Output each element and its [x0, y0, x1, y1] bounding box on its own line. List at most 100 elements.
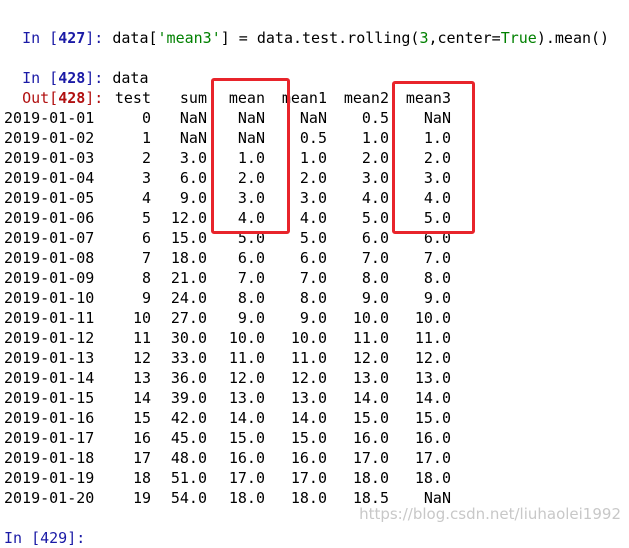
row-index: 2019-01-08: [4, 249, 95, 267]
cell-mean3: 16.0: [414, 429, 451, 447]
cell-sum: 45.0: [170, 429, 207, 447]
cell-test: 6: [141, 229, 151, 247]
table-header-row: test sum mean mean1 mean2 mean3: [0, 88, 451, 108]
cell-mean3: 4.0: [423, 189, 451, 207]
cell-mean: 6.0: [237, 249, 265, 267]
cell-test: 19: [132, 489, 151, 507]
cell-mean2: 4.0: [361, 189, 389, 207]
cell-mean2: 14.0: [352, 389, 389, 407]
cell-mean1: 1.0: [299, 149, 327, 167]
input-cell-428[interactable]: In [428]: data: [4, 48, 148, 87]
cell-mean1: 15.0: [290, 429, 327, 447]
cell-mean1: 13.0: [290, 389, 327, 407]
cell-test: 0: [141, 109, 151, 127]
cell-sum: 33.0: [170, 349, 207, 367]
cell-sum: 12.0: [170, 209, 207, 227]
table-row: 2019-01-05 4 9.0 3.0 3.0 4.0 4.0: [0, 188, 451, 208]
cell-mean3: 12.0: [414, 349, 451, 367]
table-row: 2019-01-02 1 NaN NaN 0.5 1.0 1.0: [0, 128, 451, 148]
table-row: 2019-01-04 3 6.0 2.0 2.0 3.0 3.0: [0, 168, 451, 188]
table-row: 2019-01-13 12 33.0 11.0 11.0 12.0 12.0: [0, 348, 451, 368]
table-row: 2019-01-18 17 48.0 16.0 16.0 17.0 17.0: [0, 448, 451, 468]
cell-mean3: 7.0: [423, 249, 451, 267]
cell-test: 7: [141, 249, 151, 267]
next-input-prompt[interactable]: In [429]:: [4, 528, 85, 548]
watermark: https://blog.csdn.net/liuhaolei1992: [359, 505, 621, 523]
cell-test: 13: [132, 369, 151, 387]
table-row: 2019-01-08 7 18.0 6.0 6.0 7.0 7.0: [0, 248, 451, 268]
cell-mean: NaN: [237, 109, 265, 127]
table-row: 2019-01-19 18 51.0 17.0 17.0 18.0 18.0: [0, 468, 451, 488]
table-row: 2019-01-07 6 15.0 5.0 5.0 6.0 6.0: [0, 228, 451, 248]
cell-sum: NaN: [179, 109, 207, 127]
cell-sum: 30.0: [170, 329, 207, 347]
row-index: 2019-01-03: [4, 149, 95, 167]
row-index: 2019-01-15: [4, 389, 95, 407]
cell-sum: 15.0: [170, 229, 207, 247]
cell-mean: 4.0: [237, 209, 265, 227]
cell-mean: 5.0: [237, 229, 265, 247]
cell-mean: 1.0: [237, 149, 265, 167]
cell-test: 12: [132, 349, 151, 367]
cell-mean1: 11.0: [290, 349, 327, 367]
cell-mean3: 13.0: [414, 369, 451, 387]
cell-sum: 21.0: [170, 269, 207, 287]
cell-mean3: 18.0: [414, 469, 451, 487]
cell-mean2: 0.5: [361, 109, 389, 127]
cell-sum: 51.0: [170, 469, 207, 487]
cell-mean: 7.0: [237, 269, 265, 287]
cell-sum: 6.0: [179, 169, 207, 187]
cell-mean: 18.0: [228, 489, 265, 507]
cell-sum: 42.0: [170, 409, 207, 427]
cell-mean3: NaN: [423, 109, 451, 127]
cell-mean1: 4.0: [299, 209, 327, 227]
cell-mean3: 6.0: [423, 229, 451, 247]
table-row: 2019-01-12 11 30.0 10.0 10.0 11.0 11.0: [0, 328, 451, 348]
column-header-mean3: mean3: [405, 89, 451, 107]
cell-mean2: 7.0: [361, 249, 389, 267]
cell-sum: 24.0: [170, 289, 207, 307]
row-index: 2019-01-04: [4, 169, 95, 187]
cell-mean2: 16.0: [352, 429, 389, 447]
code-line: data['mean3'] = data.test.rolling(3,cent…: [112, 29, 610, 47]
table-row: 2019-01-06 5 12.0 4.0 4.0 5.0 5.0: [0, 208, 451, 228]
row-index: 2019-01-19: [4, 469, 95, 487]
cell-mean1: 5.0: [299, 229, 327, 247]
cell-sum: 36.0: [170, 369, 207, 387]
cell-mean2: 11.0: [352, 329, 389, 347]
row-index: 2019-01-12: [4, 329, 95, 347]
cell-mean1: 12.0: [290, 369, 327, 387]
table-row: 2019-01-10 9 24.0 8.0 8.0 9.0 9.0: [0, 288, 451, 308]
row-index: 2019-01-18: [4, 449, 95, 467]
table-row: 2019-01-14 13 36.0 12.0 12.0 13.0 13.0: [0, 368, 451, 388]
row-index: 2019-01-01: [4, 109, 95, 127]
cell-test: 3: [141, 169, 151, 187]
table-row: 2019-01-09 8 21.0 7.0 7.0 8.0 8.0: [0, 268, 451, 288]
cell-mean2: 6.0: [361, 229, 389, 247]
cell-mean: 9.0: [237, 309, 265, 327]
table-row: 2019-01-17 16 45.0 15.0 15.0 16.0 16.0: [0, 428, 451, 448]
cell-mean1: 6.0: [299, 249, 327, 267]
row-index: 2019-01-10: [4, 289, 95, 307]
cell-mean1: 17.0: [290, 469, 327, 487]
cell-mean: 14.0: [228, 409, 265, 427]
cell-mean3: 17.0: [414, 449, 451, 467]
cell-mean: 8.0: [237, 289, 265, 307]
cell-test: 10: [132, 309, 151, 327]
cell-mean1: 18.0: [290, 489, 327, 507]
row-index: 2019-01-14: [4, 369, 95, 387]
cell-mean: 13.0: [228, 389, 265, 407]
cell-mean1: 0.5: [299, 129, 327, 147]
cell-mean1: 14.0: [290, 409, 327, 427]
cell-mean3: 8.0: [423, 269, 451, 287]
cell-test: 16: [132, 429, 151, 447]
cell-sum: 18.0: [170, 249, 207, 267]
cell-mean1: NaN: [299, 109, 327, 127]
cell-mean2: 2.0: [361, 149, 389, 167]
cell-test: 14: [132, 389, 151, 407]
input-cell-427[interactable]: In [427]: data['mean3'] = data.test.roll…: [4, 8, 609, 47]
row-index: 2019-01-11: [4, 309, 95, 327]
row-index: 2019-01-06: [4, 209, 95, 227]
cell-mean2: 3.0: [361, 169, 389, 187]
cell-test: 15: [132, 409, 151, 427]
